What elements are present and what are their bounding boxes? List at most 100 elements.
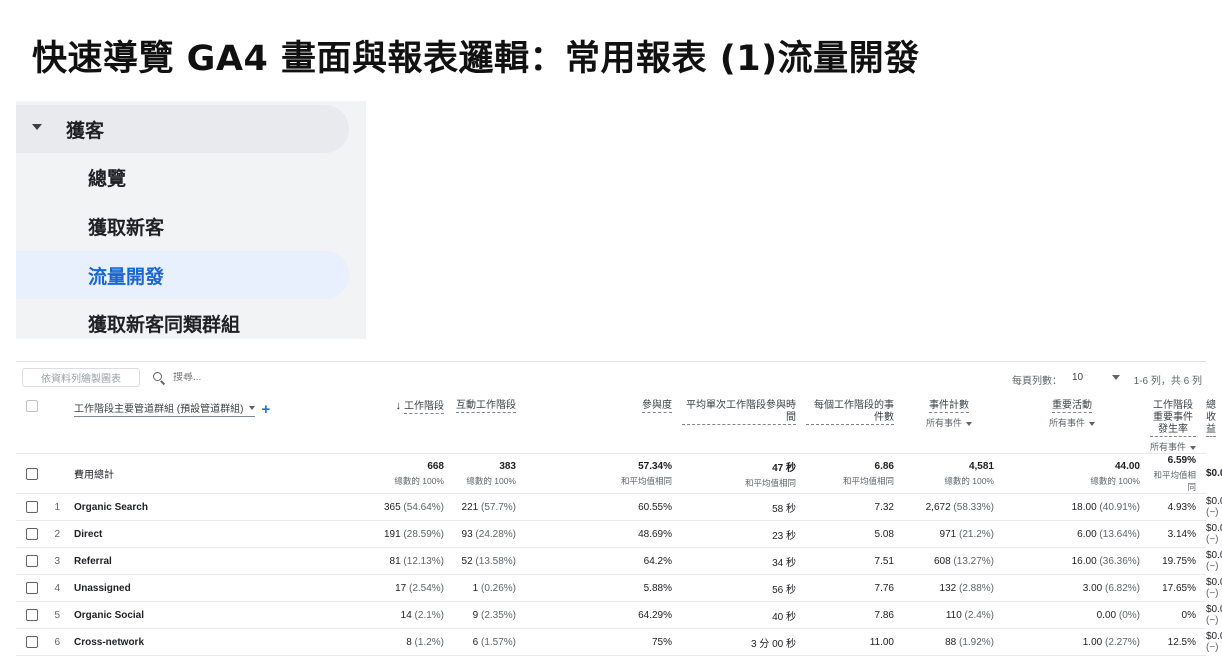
totals-subtext: 總數的 100% [1090, 475, 1140, 486]
metric-value: 7.86 [874, 609, 894, 621]
metric-cell: 7.32 [806, 493, 904, 521]
metric-value: 608 [933, 555, 951, 567]
nav-item-user-acquisition[interactable]: 獲取新客 [16, 202, 349, 250]
row-dimension-cell: Direct [68, 520, 310, 548]
metric-value: 64.2% [643, 555, 672, 567]
plot-rows-button[interactable]: 依資料列繪製圖表 [22, 368, 140, 387]
nav-item-label: 流量開發 [88, 265, 165, 288]
column-header-5[interactable]: 事件計數 所有事件 [904, 391, 1004, 454]
metric-cell: 5.08 [806, 520, 904, 548]
totals-subtext: 總數的 100% [944, 475, 994, 486]
row-checkbox[interactable] [26, 582, 38, 594]
column-header-6[interactable]: 重要活動 所有事件 [1004, 391, 1150, 454]
metric-cell: 3.00 (6.82%) [1004, 574, 1150, 602]
metric-cell: 7.76 [806, 574, 904, 602]
table-row: 6 Cross-network 8 (1.2%) 6 (1.57%) 75% 3 分 00… [16, 628, 1222, 656]
row-dimension-cell: Organic Social [68, 601, 310, 629]
column-header-4[interactable]: 每個工作階段的事件數 [806, 391, 904, 454]
totals-cell: 383 總數的 100% [454, 453, 526, 494]
metric-value: 3.00 [1082, 582, 1103, 594]
metric-event-filter-label: 所有事件 [925, 418, 962, 428]
column-header-label: 工作階段 [404, 401, 444, 414]
metric-event-filter[interactable]: 所有事件 [1150, 440, 1197, 453]
metric-value: 64.29% [638, 609, 672, 621]
row-checkbox[interactable] [26, 501, 38, 513]
column-header-7[interactable]: 工作階段重要事件發生率 所有事件 [1150, 391, 1206, 454]
nav-group-acquisition[interactable]: 獲客 [16, 105, 349, 153]
search-box[interactable] [150, 368, 293, 387]
metric-cell: 6 (1.57%) [454, 628, 526, 656]
nav-item-traffic-acquisition[interactable]: 流量開發 [16, 251, 349, 299]
metric-value: 17 [395, 582, 407, 594]
metric-value: 5.88% [643, 582, 672, 594]
metric-value: 8 [406, 636, 412, 648]
column-header-1[interactable]: 互動工作階段 [454, 391, 526, 454]
metric-share: (2.88%) [958, 582, 994, 594]
metric-cell: 191 (28.59%) [310, 520, 454, 548]
metric-value: 48.69% [638, 528, 672, 540]
metric-cell: 3 分 00 秒 [682, 628, 806, 656]
totals-value: 668 [427, 460, 444, 472]
row-checkbox[interactable] [26, 528, 38, 540]
sidebar-nav: 獲客 總覽 獲取新客 流量開發 獲取新客同類群組 [16, 101, 366, 339]
row-checkbox[interactable] [26, 609, 38, 621]
totals-cell: 44.00 總數的 100% [1004, 453, 1150, 494]
table-row: 3 Referral 81 (12.13%) 52 (13.58%) 64.2% 34 秒… [16, 547, 1222, 575]
metric-cell: 3.14% [1150, 520, 1206, 548]
table-row: 5 Organic Social 14 (2.1%) 9 (2.35%) 64.29% 4… [16, 601, 1222, 629]
column-header-label: 參與度 [642, 400, 672, 413]
metric-value: 221 [461, 501, 479, 513]
metric-share: (21.2%) [958, 528, 994, 540]
metric-cell: 4.93% [1150, 493, 1206, 521]
metric-cell: 64.2% [526, 547, 682, 575]
channel-group-name: Cross-network [74, 636, 145, 648]
totals-subtext: 總數的 100% [394, 475, 444, 486]
column-header-2[interactable]: 參與度 [526, 391, 682, 454]
column-header-label: 平均單次工作階段參與時間 [682, 400, 796, 425]
search-input[interactable] [173, 372, 293, 383]
totals-label-cell: 費用總計 [68, 453, 310, 494]
column-header-0[interactable]: ↓ 工作階段 [310, 391, 454, 454]
metric-cell: 12.5% [1150, 628, 1206, 656]
nav-item-label: 獲取新客同類群組 [88, 313, 241, 336]
row-checkbox[interactable] [26, 636, 38, 648]
metric-share: (2.4%) [964, 609, 994, 621]
metric-event-filter[interactable]: 所有事件 [1004, 416, 1140, 429]
rows-per-page-select[interactable]: 10 [1068, 366, 1126, 388]
row-checkbox[interactable] [26, 555, 38, 567]
metric-cell: 2,672 (58.33%) [904, 493, 1004, 521]
column-header-label: 每個工作階段的事件數 [806, 400, 894, 425]
metric-share: (24.28%) [475, 528, 516, 540]
nav-group-label: 獲客 [66, 119, 105, 142]
metric-value: 52 [461, 555, 473, 567]
metric-cell: 19.75% [1150, 547, 1206, 575]
select-all-checkbox[interactable] [26, 400, 38, 412]
totals-value: 47 秒 [772, 462, 796, 474]
column-header-label: 重要活動 [1052, 400, 1092, 413]
table-toolbar: 依資料列繪製圖表 每頁列數： 10 1-6 列，共 6 列 [16, 361, 1206, 391]
nav-item-acquisition-cohort[interactable]: 獲取新客同類群組 [16, 299, 349, 347]
totals-label: 費用總計 [74, 470, 114, 481]
metric-value: 110 [945, 609, 962, 621]
channel-group-name: Referral [74, 555, 112, 567]
add-dimension-icon[interactable]: + [261, 401, 270, 418]
row-dimension-cell: Referral [68, 547, 310, 575]
metric-value: $0.00 [1206, 523, 1222, 534]
dimension-selector[interactable]: 工作階段主要管道群組 (預設管道群組) [74, 400, 256, 417]
metric-event-filter[interactable]: 所有事件 [904, 416, 994, 429]
metric-value: 93 [461, 528, 473, 540]
metric-value: 11.00 [869, 636, 894, 648]
nav-item-overview[interactable]: 總覽 [16, 153, 349, 201]
totals-checkbox[interactable] [26, 467, 38, 480]
column-header-3[interactable]: 平均單次工作階段參與時間 [682, 391, 806, 454]
metric-value: 1 [472, 582, 479, 594]
totals-row: 費用總計 668 總數的 100% 383 總數的 100% 57.34% 和平均值相同 47… [16, 453, 1222, 494]
metric-share: (2.1%) [414, 609, 444, 621]
metric-value: 7.32 [874, 501, 894, 513]
metric-cell: 16.00 (36.36%) [1004, 547, 1150, 575]
row-index-cell: 6 [48, 628, 68, 656]
totals-cell: 4,581 總數的 100% [904, 453, 1004, 494]
totals-index-cell [48, 453, 68, 494]
column-header-label: 總收益 [1206, 400, 1216, 437]
metric-cell: 81 (12.13%) [310, 547, 454, 575]
